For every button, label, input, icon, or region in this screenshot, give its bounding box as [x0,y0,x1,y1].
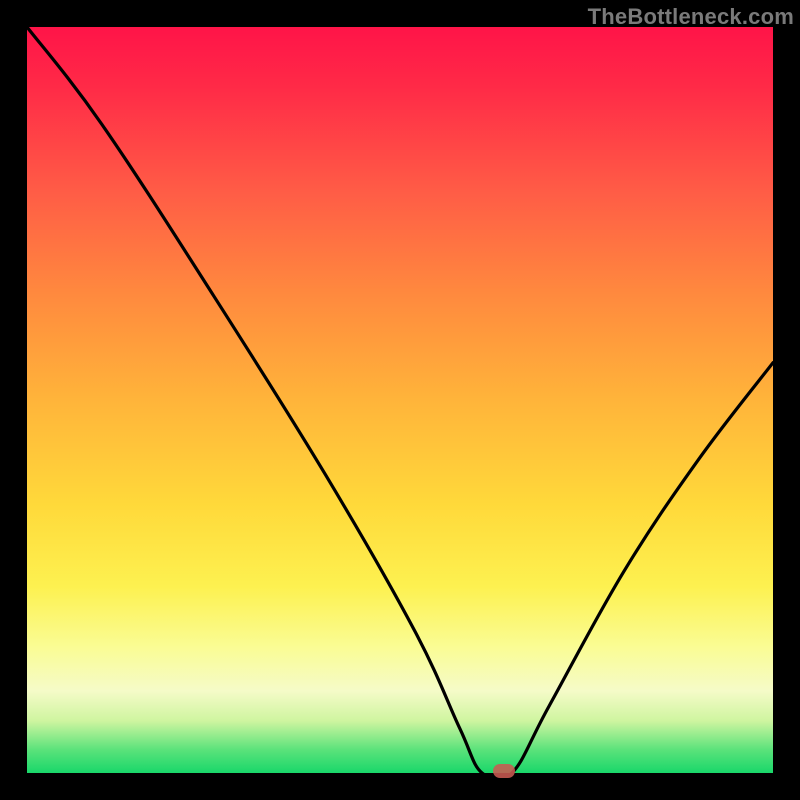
optimum-marker [493,764,515,778]
chart-frame: TheBottleneck.com [0,0,800,800]
watermark-text: TheBottleneck.com [588,4,794,30]
bottleneck-curve [27,27,773,773]
